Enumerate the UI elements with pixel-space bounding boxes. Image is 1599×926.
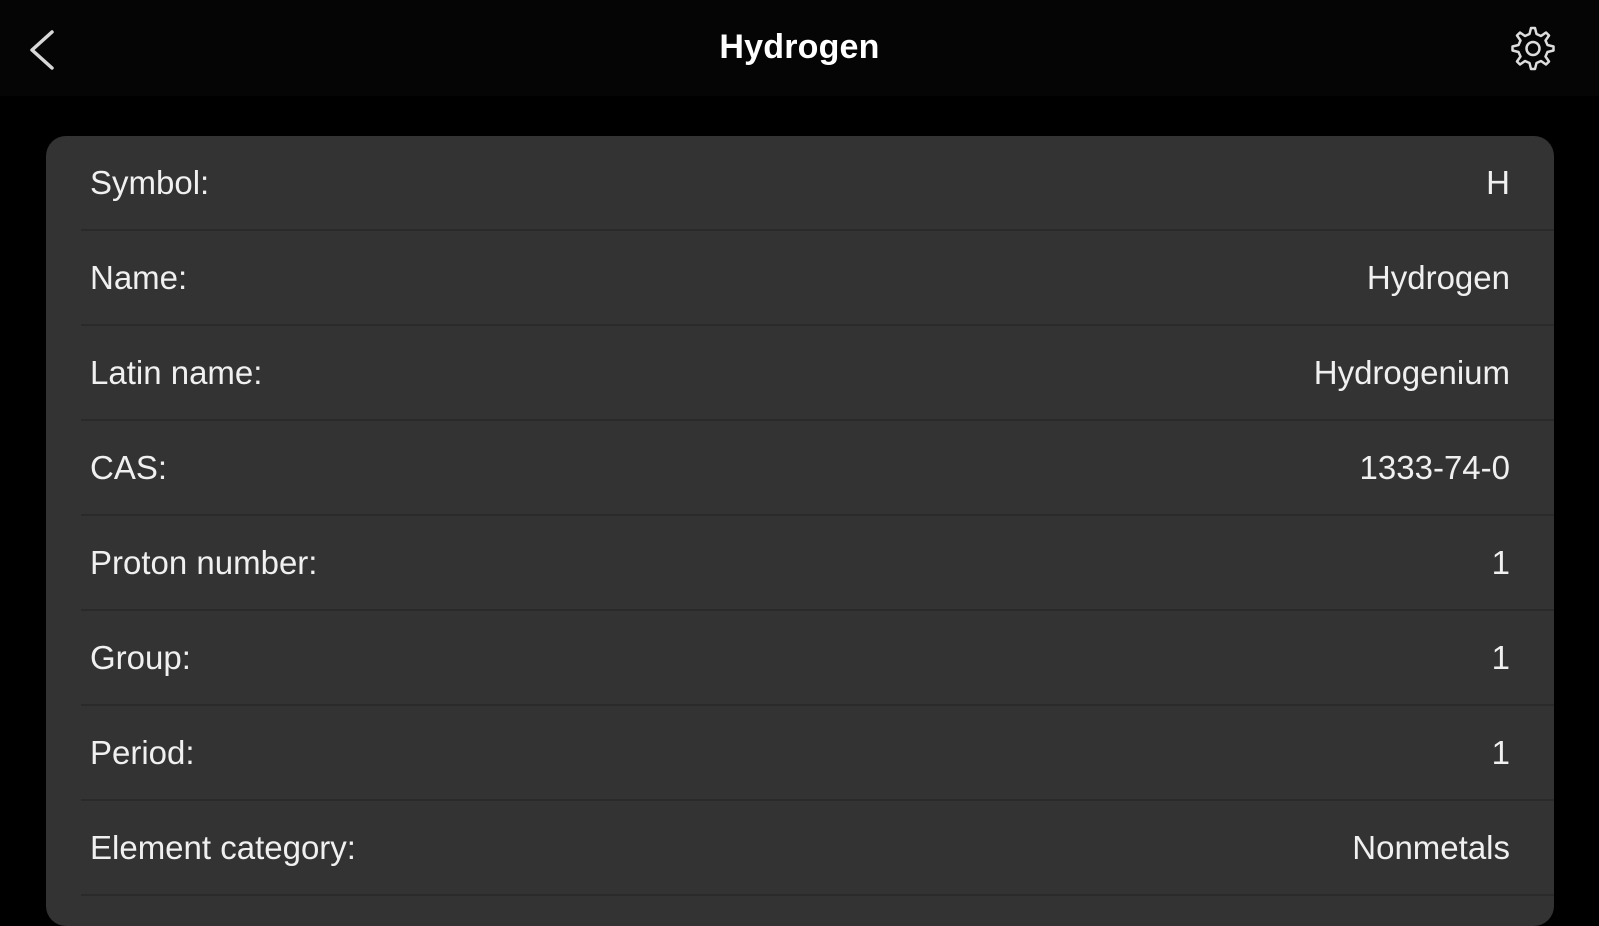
property-row-element-category: Element category: Nonmetals xyxy=(81,801,1554,896)
page-title: Hydrogen xyxy=(719,28,880,66)
property-row-latin-name: Latin name: Hydrogenium xyxy=(81,326,1554,421)
property-value: 1 xyxy=(1491,543,1510,581)
navigation-bar: Hydrogen xyxy=(0,0,1599,96)
property-value: Hydrogen xyxy=(1366,258,1510,296)
property-value: Hydrogenium xyxy=(1313,353,1510,391)
property-row-proton-number: Proton number: 1 xyxy=(81,516,1554,611)
property-label: Latin name: xyxy=(90,353,263,391)
property-row-cas: CAS: 1333-74-0 xyxy=(81,421,1554,516)
gear-icon xyxy=(1511,26,1555,71)
property-row-name: Name: Hydrogen xyxy=(81,231,1554,326)
property-value: Nonmetals xyxy=(1352,828,1510,866)
property-label: Symbol: xyxy=(90,163,210,201)
property-value: 1333-74-0 xyxy=(1359,448,1510,486)
property-label: Name: xyxy=(90,258,188,296)
property-value: H xyxy=(1486,163,1510,201)
property-row-symbol: Symbol: H xyxy=(81,136,1554,231)
property-row-period: Period: 1 xyxy=(81,706,1554,801)
property-label: Period: xyxy=(90,733,195,771)
property-value: 1 xyxy=(1491,733,1510,771)
element-properties-card: Symbol: H Name: Hydrogen Latin name: Hyd… xyxy=(46,136,1554,926)
property-value: 1 xyxy=(1491,638,1510,676)
property-label: Proton number: xyxy=(90,543,318,581)
property-row-group: Group: 1 xyxy=(81,611,1554,706)
settings-button[interactable] xyxy=(1503,22,1559,78)
property-label: Element category: xyxy=(90,828,356,866)
property-label: CAS: xyxy=(90,448,168,486)
property-label: Group: xyxy=(90,638,191,676)
